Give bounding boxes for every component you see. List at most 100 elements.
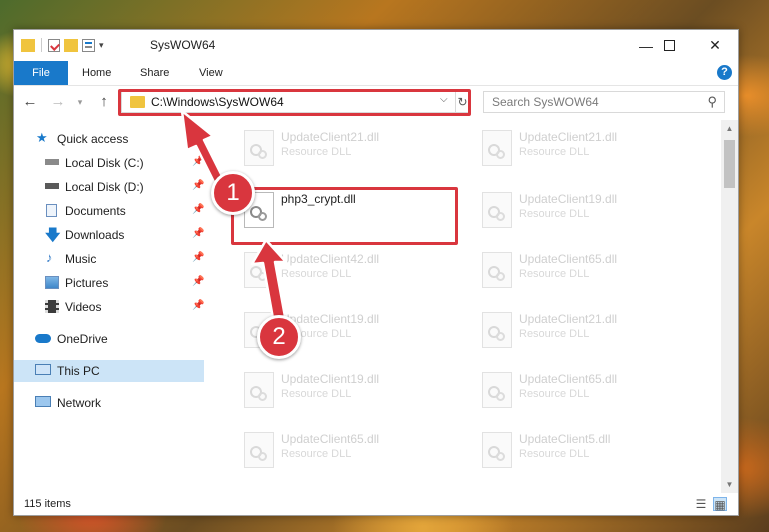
file-type: Resource DLL	[519, 268, 590, 280]
nav-this-pc[interactable]: This PC	[14, 360, 204, 382]
computer-icon	[35, 364, 51, 375]
window-title: SysWOW64	[150, 38, 216, 52]
file-item[interactable]: UpdateClient21.dll Resource DLL	[234, 124, 454, 174]
dll-file-icon	[482, 252, 512, 288]
download-arrow-icon: 🡇	[45, 227, 61, 244]
nav-label: Music	[65, 252, 97, 266]
file-item[interactable]: UpdateClient19.dll Resource DLL	[472, 186, 692, 236]
customize-toolbar-icon[interactable]	[82, 38, 95, 52]
details-view-icon[interactable]: ☰	[694, 497, 708, 511]
properties-icon[interactable]	[48, 38, 60, 52]
new-folder-icon[interactable]	[64, 38, 78, 52]
file-list: UpdateClient21.dll Resource DLL php3_cry…	[204, 120, 721, 493]
folder-icon[interactable]	[21, 38, 35, 52]
pin-icon[interactable]: 📌	[192, 276, 204, 287]
nav-videos[interactable]: Videos 📌	[14, 296, 204, 318]
dll-file-icon	[482, 130, 512, 166]
maximize-button[interactable]	[646, 30, 692, 61]
step-1-badge: 1	[211, 171, 255, 215]
tab-share[interactable]: Share	[140, 61, 169, 85]
dll-file-icon	[244, 432, 274, 468]
file-type: Resource DLL	[281, 268, 352, 280]
tab-file[interactable]: File	[14, 61, 68, 85]
vertical-scrollbar[interactable]: ▲ ▼	[721, 120, 738, 493]
pin-icon[interactable]: 📌	[192, 156, 204, 167]
tab-home[interactable]: Home	[82, 61, 111, 85]
search-input[interactable]: Search SysWOW64 ⚲	[483, 91, 725, 113]
toolbar-divider	[41, 38, 42, 52]
file-item[interactable]: UpdateClient19.dll Resource DLL	[234, 366, 454, 416]
file-name: UpdateClient19.dll	[519, 192, 618, 206]
file-item[interactable]: UpdateClient5.dll Resource DLL	[472, 426, 692, 476]
forward-arrow-icon[interactable]: →	[48, 92, 68, 112]
network-icon	[35, 396, 51, 407]
file-name: UpdateClient65.dll	[519, 372, 618, 386]
file-name: UpdateClient19.dll	[281, 372, 380, 386]
address-row: ← → ▾ ↑ C:\Windows\SysWOW64 ⌵ ↻ Search S…	[14, 86, 738, 120]
nav-pictures[interactable]: Pictures 📌	[14, 272, 204, 294]
nav-local-disk-d[interactable]: Local Disk (D:) 📌	[14, 176, 204, 198]
step-2-badge: 2	[257, 315, 301, 359]
file-highlight-box	[231, 187, 458, 245]
file-type: Resource DLL	[519, 328, 590, 340]
nav-label: Local Disk (C:)	[65, 156, 144, 170]
pin-icon[interactable]: 📌	[192, 180, 204, 191]
file-item[interactable]: UpdateClient65.dll Resource DLL	[472, 366, 692, 416]
scroll-up-icon[interactable]: ▲	[721, 120, 738, 137]
nav-quick-access[interactable]: ★ Quick access	[14, 128, 204, 150]
file-item[interactable]: UpdateClient21.dll Resource DLL	[472, 306, 692, 356]
nav-local-disk-c[interactable]: Local Disk (C:) 📌	[14, 152, 204, 174]
file-type: Resource DLL	[519, 146, 590, 158]
dll-file-icon	[482, 432, 512, 468]
scroll-down-icon[interactable]: ▼	[721, 476, 738, 493]
search-icon[interactable]: ⚲	[707, 94, 717, 110]
dll-file-icon	[244, 130, 274, 166]
chevron-down-icon[interactable]: ▾	[99, 40, 104, 51]
scrollbar-thumb[interactable]	[724, 140, 735, 188]
nav-onedrive[interactable]: OneDrive	[14, 328, 204, 350]
file-item[interactable]: UpdateClient65.dll Resource DLL	[234, 426, 454, 476]
nav-label: OneDrive	[57, 332, 108, 346]
back-arrow-icon[interactable]: ←	[20, 92, 40, 112]
file-name: UpdateClient21.dll	[281, 130, 380, 144]
nav-label: Pictures	[65, 276, 109, 290]
nav-label: Local Disk (D:)	[65, 180, 144, 194]
item-count: 115 items	[24, 498, 71, 510]
file-name: UpdateClient21.dll	[519, 130, 618, 144]
nav-downloads[interactable]: 🡇 Downloads 📌	[14, 224, 204, 246]
ribbon-tabs: File Home Share View ?	[14, 61, 738, 86]
file-type: Resource DLL	[519, 388, 590, 400]
navigation-pane: ★ Quick access Local Disk (C:) 📌 Local D…	[14, 120, 204, 493]
pictures-icon	[45, 276, 59, 289]
help-icon[interactable]: ?	[717, 65, 732, 80]
file-item[interactable]: UpdateClient42.dll Resource DLL	[234, 246, 454, 296]
search-placeholder: Search SysWOW64	[492, 95, 599, 109]
file-type: Resource DLL	[519, 208, 590, 220]
explorer-window: ▾ SysWOW64 — ✕ File Home Share View ? ← …	[13, 29, 739, 516]
nav-label: This PC	[57, 364, 100, 378]
quick-access-toolbar: ▾	[21, 37, 104, 53]
file-type: Resource DLL	[519, 448, 590, 460]
pin-icon[interactable]: 📌	[192, 204, 204, 215]
music-icon: ♪	[46, 250, 53, 265]
close-button[interactable]: ✕	[692, 30, 738, 61]
tab-view[interactable]: View	[199, 61, 223, 85]
file-type: Resource DLL	[281, 448, 352, 460]
dll-file-icon	[244, 252, 274, 288]
recent-locations-icon[interactable]: ▾	[70, 92, 90, 112]
star-icon: ★	[36, 130, 48, 145]
status-bar: 115 items ☰ ▦	[14, 493, 738, 515]
nav-network[interactable]: Network	[14, 392, 204, 414]
nav-music[interactable]: ♪ Music 📌	[14, 248, 204, 270]
dll-file-icon	[482, 372, 512, 408]
pin-icon[interactable]: 📌	[192, 252, 204, 263]
file-name: UpdateClient5.dll	[519, 432, 611, 446]
up-arrow-icon[interactable]: ↑	[94, 92, 114, 112]
dll-file-icon	[482, 192, 512, 228]
file-item[interactable]: UpdateClient21.dll Resource DLL	[472, 124, 692, 174]
file-item[interactable]: UpdateClient65.dll Resource DLL	[472, 246, 692, 296]
nav-documents[interactable]: Documents 📌	[14, 200, 204, 222]
pin-icon[interactable]: 📌	[192, 228, 204, 239]
pin-icon[interactable]: 📌	[192, 300, 204, 311]
tiles-view-icon[interactable]: ▦	[713, 497, 727, 512]
